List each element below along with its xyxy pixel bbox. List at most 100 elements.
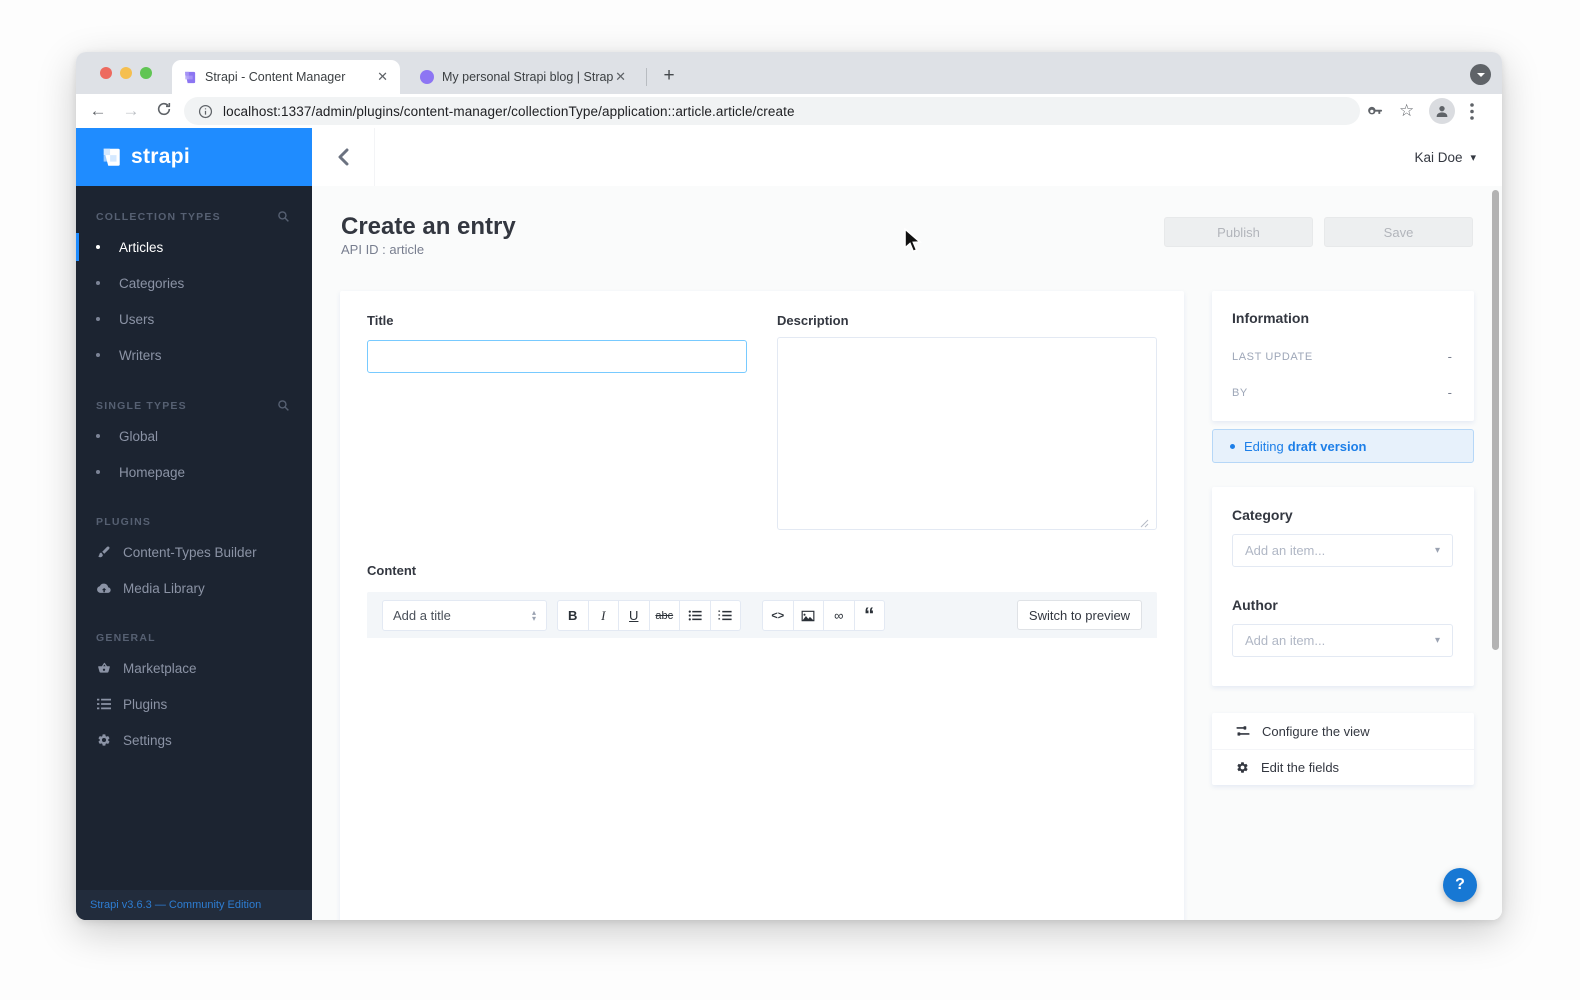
draft-prefix: Editing: [1244, 438, 1284, 454]
underline-button[interactable]: U: [618, 600, 650, 631]
sidebar-item-settings[interactable]: Settings: [76, 722, 312, 758]
sidebar-item-label: Categories: [119, 275, 185, 291]
configure-view-link[interactable]: Configure the view: [1212, 713, 1474, 749]
format-button-group: B I U abc: [557, 600, 741, 631]
user-menu[interactable]: Kai Doe ▾: [1414, 128, 1476, 186]
wysiwyg-editor: Add a title ▴ ▾ B I U abc <> ∞ “ Switch …: [367, 592, 1157, 920]
sidebar-item-users[interactable]: Users: [76, 301, 312, 337]
strapi-logo-text: strapi: [131, 145, 190, 168]
strapi-logo-icon: [103, 148, 120, 166]
bullet-list-button[interactable]: [679, 600, 711, 631]
draft-bold-text: draft version: [1287, 438, 1367, 454]
tab-close-icon[interactable]: ✕: [613, 69, 628, 85]
page-scrollbar[interactable]: [1492, 190, 1499, 650]
gear-icon: [96, 733, 111, 747]
description-textarea[interactable]: [777, 337, 1157, 530]
entry-form-card: Title Description Content Add a title ▴ ▾: [340, 291, 1184, 920]
help-button[interactable]: ?: [1443, 868, 1477, 902]
author-label: Author: [1232, 597, 1278, 613]
sidebar-item-media-library[interactable]: Media Library: [76, 570, 312, 606]
image-icon: [801, 610, 815, 621]
sliders-icon: [1236, 725, 1250, 736]
insert-button-group: <> ∞ “: [762, 600, 885, 631]
window-minimize-button[interactable]: [120, 67, 132, 79]
author-select[interactable]: Add an item... ▾: [1232, 624, 1453, 657]
editor-toolbar: Add a title ▴ ▾ B I U abc <> ∞ “ Switch …: [367, 592, 1157, 638]
bookmark-star-icon[interactable]: ☆: [1399, 101, 1414, 121]
sidebar-item-articles[interactable]: Articles: [76, 229, 312, 265]
by-label: BY: [1232, 387, 1248, 399]
url-text: localhost:1337/admin/plugins/content-man…: [223, 103, 795, 119]
search-icon[interactable]: [277, 210, 290, 223]
page-content: Create an entry API ID : article Publish…: [312, 186, 1502, 920]
ordered-list-icon: [718, 610, 732, 621]
italic-button[interactable]: I: [587, 600, 619, 631]
back-icon[interactable]: ←: [87, 101, 109, 121]
back-button[interactable]: [312, 128, 375, 186]
gear-icon: [1237, 762, 1248, 773]
title-input[interactable]: [367, 340, 747, 373]
strapi-admin-app: strapi COLLECTION TYPES Articles Categor…: [76, 128, 1502, 920]
switch-to-preview-button[interactable]: Switch to preview: [1017, 600, 1142, 630]
new-tab-button[interactable]: +: [656, 63, 682, 89]
tab-close-icon[interactable]: ✕: [375, 69, 390, 85]
reload-icon[interactable]: [153, 101, 175, 122]
heading-select-value: Add a title: [393, 608, 451, 623]
sidebar-nav: COLLECTION TYPES Articles Categories Use…: [76, 186, 312, 758]
sidebar-item-plugins[interactable]: Plugins: [76, 686, 312, 722]
chevron-down-icon: ▾: [1434, 545, 1440, 556]
app-header: Kai Doe ▾: [312, 128, 1502, 186]
user-name: Kai Doe: [1414, 149, 1463, 165]
bold-button[interactable]: B: [557, 600, 589, 631]
search-icon[interactable]: [277, 399, 290, 412]
bullet-icon: [96, 281, 100, 285]
code-button[interactable]: <>: [762, 600, 794, 631]
edit-fields-link[interactable]: Edit the fields: [1212, 749, 1474, 785]
cloud-upload-icon: [96, 581, 111, 596]
url-bar[interactable]: localhost:1337/admin/plugins/content-man…: [184, 97, 1360, 125]
tab-title: Strapi - Content Manager: [205, 70, 346, 84]
link-label: Configure the view: [1262, 723, 1370, 739]
sidebar-version-footer[interactable]: Strapi v3.6.3 — Community Edition: [76, 890, 312, 920]
bullet-icon: [96, 317, 100, 321]
chevron-down-icon: ▾: [1470, 151, 1476, 164]
category-select[interactable]: Add an item... ▾: [1232, 534, 1453, 567]
author-placeholder: Add an item...: [1245, 633, 1326, 648]
sidebar-item-label: Users: [119, 311, 155, 327]
tab-strapi-content-manager[interactable]: Strapi - Content Manager ✕: [172, 60, 400, 94]
image-button[interactable]: [792, 600, 824, 631]
profile-avatar[interactable]: [1429, 98, 1456, 124]
blockquote-button[interactable]: “: [853, 600, 885, 631]
content-field-label: Content: [367, 563, 417, 578]
blog-favicon: [420, 70, 434, 84]
bullet-icon: [96, 470, 100, 474]
password-key-icon[interactable]: [1366, 102, 1384, 120]
editor-text-area[interactable]: [367, 638, 1157, 920]
sidebar-item-global[interactable]: Global: [76, 418, 312, 454]
sidebar-item-label: Content-Types Builder: [123, 544, 257, 560]
tab-search-button[interactable]: [1470, 64, 1491, 85]
sidebar-item-homepage[interactable]: Homepage: [76, 454, 312, 490]
sidebar-item-content-types-builder[interactable]: Content-Types Builder: [76, 534, 312, 570]
ordered-list-button[interactable]: [709, 600, 741, 631]
publish-button[interactable]: Publish: [1164, 217, 1313, 247]
window-zoom-button[interactable]: [140, 67, 152, 79]
heading-select[interactable]: Add a title ▴ ▾: [382, 600, 547, 631]
forward-icon[interactable]: →: [120, 101, 142, 121]
link-button[interactable]: ∞: [823, 600, 855, 631]
version-text: Strapi v3.6.3 — Community Edition: [90, 899, 262, 911]
sidebar-item-categories[interactable]: Categories: [76, 265, 312, 301]
sidebar-item-writers[interactable]: Writers: [76, 337, 312, 373]
save-button[interactable]: Save: [1324, 217, 1473, 247]
window-close-button[interactable]: [100, 67, 112, 79]
paintbrush-icon: [96, 545, 111, 559]
strikethrough-button[interactable]: abc: [648, 600, 680, 631]
browser-menu-icon[interactable]: [1470, 102, 1475, 120]
site-info-icon[interactable]: [198, 104, 213, 119]
last-update-label: LAST UPDATE: [1232, 351, 1313, 363]
tab-personal-blog[interactable]: My personal Strapi blog | Strap ✕: [410, 60, 638, 94]
draft-dot-icon: [1230, 443, 1235, 449]
sidebar-item-marketplace[interactable]: Marketplace: [76, 650, 312, 686]
strapi-logo[interactable]: strapi: [76, 128, 312, 186]
tab-title: My personal Strapi blog | Strap: [442, 70, 614, 84]
